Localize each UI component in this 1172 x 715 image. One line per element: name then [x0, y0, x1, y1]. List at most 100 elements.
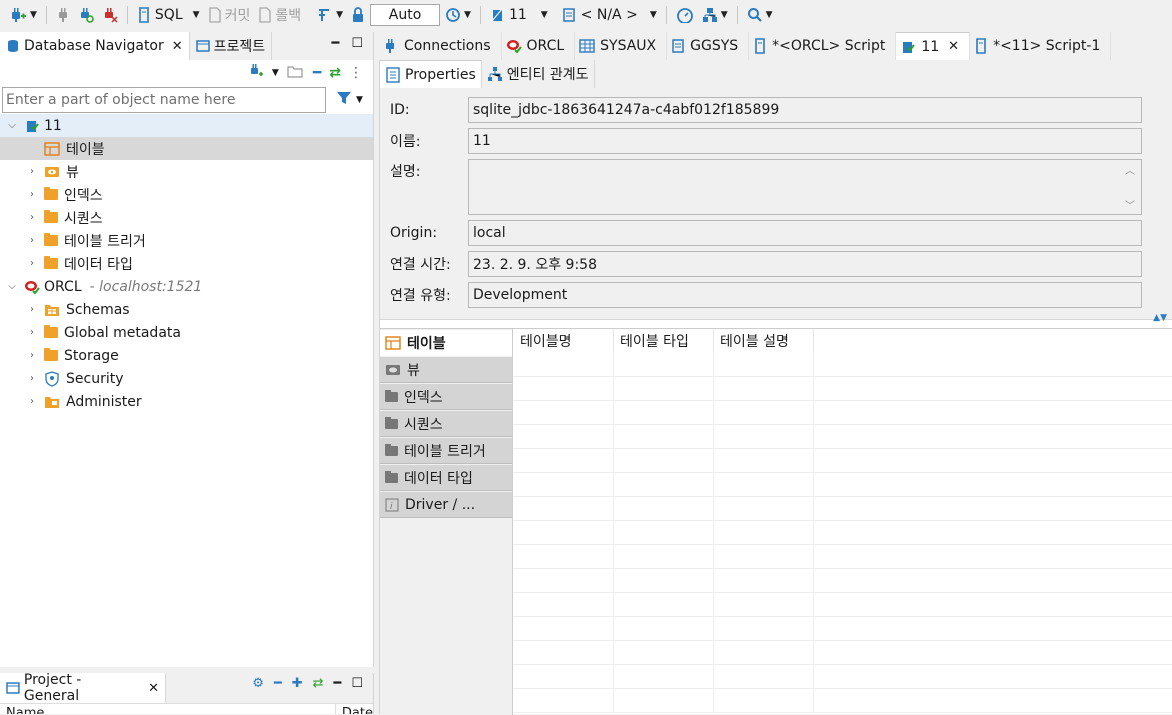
tab-project[interactable]: 프로젝트 — [190, 32, 273, 60]
tree-node-indexes[interactable]: › 인덱스 — [0, 183, 373, 206]
new-connection-button[interactable]: ▼ — [6, 3, 40, 27]
tree-node-tables[interactable]: 테이블 — [0, 137, 373, 160]
column-header-table-type[interactable]: 테이블 타입 — [614, 329, 714, 353]
search-button[interactable]: ▼ — [744, 3, 776, 27]
tab-sysaux[interactable]: SYSAUX — [575, 32, 668, 60]
chevron-right-icon[interactable]: › — [26, 166, 38, 177]
link-with-editor-icon[interactable]: ⇄ — [329, 65, 341, 81]
object-filter-input[interactable] — [2, 87, 326, 113]
settings-gear-icon[interactable]: ⚙ — [252, 676, 264, 691]
collapse-all-icon[interactable]: ━ — [313, 65, 321, 81]
side-tab-table-triggers[interactable]: 테이블 트리거 — [380, 438, 512, 464]
origin-field[interactable]: local — [468, 220, 1142, 246]
close-icon[interactable]: ✕ — [948, 39, 959, 54]
new-folder-icon[interactable] — [287, 63, 305, 83]
chevron-down-icon[interactable]: ▼ — [336, 10, 343, 20]
view-menu-icon[interactable]: ⋮ — [349, 65, 363, 81]
panel-toggle-icon[interactable]: ▲▼ — [1153, 313, 1167, 323]
transaction-mode-button[interactable]: ▼ — [314, 3, 346, 27]
tree-node-connection-11[interactable]: ⌵ 11 — [0, 114, 373, 137]
transaction-mode-field[interactable]: Auto — [370, 3, 441, 26]
chevron-down-icon[interactable]: ▼ — [766, 10, 773, 20]
chevron-down-icon[interactable]: ▼ — [464, 10, 471, 20]
tab-11-script[interactable]: *<11> Script-1 — [970, 32, 1112, 60]
chevron-right-icon[interactable]: › — [26, 189, 38, 200]
tree-node-storage[interactable]: › Storage — [0, 344, 373, 367]
side-tab-data-types[interactable]: 데이터 타입 — [380, 465, 512, 491]
tree-node-table-triggers[interactable]: › 테이블 트리거 — [0, 229, 373, 252]
name-field[interactable]: 11 — [468, 128, 1142, 154]
chevron-right-icon[interactable]: › — [26, 373, 38, 384]
side-tab-views[interactable]: 뷰 — [380, 357, 512, 383]
tree-node-global-metadata[interactable]: › Global metadata — [0, 321, 373, 344]
lock-button[interactable] — [348, 3, 368, 27]
new-connection-icon[interactable] — [248, 63, 264, 83]
chevron-down-icon[interactable]: ▼ — [272, 68, 279, 78]
reconnect-button[interactable] — [75, 3, 97, 27]
chevron-right-icon[interactable]: › — [26, 212, 38, 223]
tab-project-general[interactable]: Project - General ✕ — [0, 672, 166, 704]
history-button[interactable]: ▼ — [442, 3, 474, 27]
filter-icon[interactable] — [336, 90, 352, 110]
minimize-icon[interactable]: ━ — [332, 36, 340, 51]
tree-node-administer[interactable]: › Administer — [0, 390, 373, 413]
collapse-all-icon[interactable]: ━ — [274, 676, 282, 691]
tree-node-data-types[interactable]: › 데이터 타입 — [0, 252, 373, 275]
chevron-down-icon[interactable]: ⌵ — [6, 281, 18, 292]
close-icon[interactable]: ✕ — [172, 39, 183, 54]
tab-properties[interactable]: Properties — [380, 60, 482, 88]
chevron-down-icon[interactable]: ▼ — [721, 10, 728, 20]
side-tab-driver[interactable]: i Driver / ... — [380, 492, 512, 518]
commit-button[interactable]: 커밋 — [205, 3, 254, 27]
tree-node-schemas[interactable]: › Schemas — [0, 298, 373, 321]
connection-type-field[interactable]: Development — [468, 282, 1142, 308]
tab-orcl-script[interactable]: *<ORCL> Script — [749, 32, 897, 60]
tree-node-views[interactable]: › 뷰 — [0, 160, 373, 183]
description-field[interactable]: ︿ ﹀ — [468, 159, 1142, 215]
maximize-icon[interactable]: ☐ — [351, 36, 363, 51]
tab-connections[interactable]: Connections — [379, 32, 502, 60]
link-with-editor-icon[interactable]: ⇄ — [313, 676, 324, 691]
minimize-icon[interactable]: ━ — [334, 676, 342, 691]
tab-11[interactable]: 11 ✕ — [896, 32, 971, 60]
chevron-right-icon[interactable]: › — [26, 235, 38, 246]
chevron-down-icon[interactable]: ▼ — [193, 10, 200, 20]
tree-node-security[interactable]: › Security — [0, 367, 373, 390]
chevron-right-icon[interactable]: › — [26, 396, 38, 407]
close-icon[interactable]: ✕ — [148, 681, 159, 696]
active-schema-selector[interactable]: < N/A > ▼ — [559, 3, 660, 27]
rollback-button[interactable]: 롤백 — [255, 3, 304, 27]
column-header-date[interactable]: Date — [336, 704, 373, 714]
dashboard-button[interactable] — [673, 3, 697, 27]
chevron-right-icon[interactable]: › — [26, 327, 38, 338]
tab-er-diagram[interactable]: 엔티티 관계도 — [482, 60, 595, 88]
scroll-down-icon[interactable]: ﹀ — [1125, 197, 1135, 212]
chevron-right-icon[interactable]: › — [26, 304, 38, 315]
chevron-down-icon[interactable]: ▼ — [30, 10, 37, 20]
side-tab-tables[interactable]: 테이블 — [380, 330, 512, 356]
chevron-down-icon[interactable]: ▼ — [650, 10, 657, 20]
chevron-down-icon[interactable]: ▼ — [356, 95, 363, 105]
column-header-table-name[interactable]: 테이블명 — [514, 329, 614, 353]
tree-node-connection-orcl[interactable]: ⌵ ORCL - localhost:1521 — [0, 275, 373, 298]
id-field[interactable]: sqlite_jdbc-1863641247a-c4abf012f185899 — [468, 97, 1142, 123]
column-header-table-description[interactable]: 테이블 설명 — [714, 329, 814, 353]
chevron-down-icon[interactable]: ⌵ — [6, 120, 18, 131]
sql-editor-button[interactable]: SQL ▼ — [134, 3, 203, 27]
tab-orcl[interactable]: ORCL — [502, 32, 576, 60]
disconnect-button[interactable] — [53, 3, 73, 27]
tree-node-sequences[interactable]: › 시퀀스 — [0, 206, 373, 229]
chevron-right-icon[interactable]: › — [26, 258, 38, 269]
maximize-icon[interactable]: ☐ — [351, 676, 363, 691]
column-header-name[interactable]: Name — [0, 704, 336, 714]
expand-all-icon[interactable]: ✚ — [292, 676, 303, 691]
side-tab-sequences[interactable]: 시퀀스 — [380, 411, 512, 437]
side-tab-indexes[interactable]: 인덱스 — [380, 384, 512, 410]
chevron-down-icon[interactable]: ▼ — [541, 10, 548, 20]
tab-ggsys[interactable]: GGSYS — [667, 32, 750, 60]
network-button[interactable]: ▼ — [699, 3, 731, 27]
chevron-right-icon[interactable]: › — [26, 350, 38, 361]
tab-database-navigator[interactable]: Database Navigator ✕ — [0, 32, 190, 60]
active-datasource-selector[interactable]: 11 ▼ — [487, 3, 551, 27]
scroll-up-icon[interactable]: ︿ — [1125, 162, 1135, 177]
